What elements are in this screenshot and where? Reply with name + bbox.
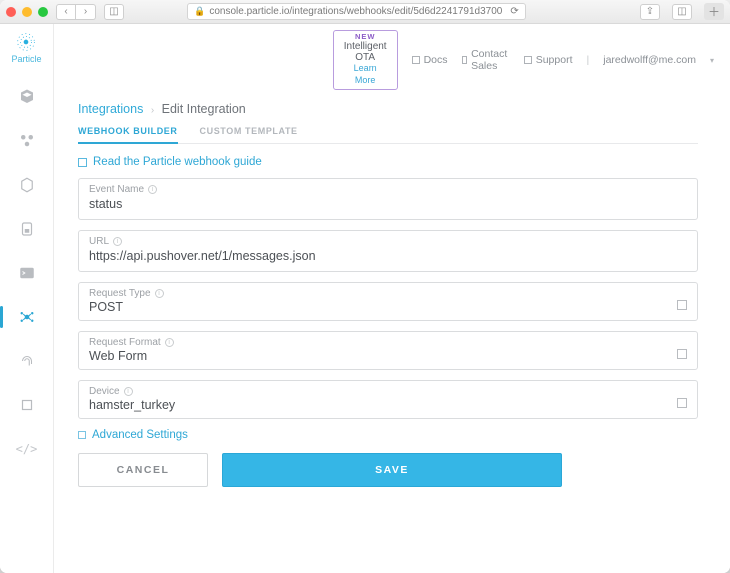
integrations-icon	[18, 308, 36, 326]
nav-contact-sales[interactable]: Contact Sales	[462, 48, 510, 72]
tabs-button[interactable]: ◫	[672, 4, 692, 20]
info-icon[interactable]: i	[113, 237, 122, 246]
crumb-current: Edit Integration	[162, 102, 246, 116]
fingerprint-icon	[18, 352, 36, 370]
titlebar: ‹ › ◫ 🔒 console.particle.io/integrations…	[0, 0, 730, 24]
external-icon	[78, 158, 87, 167]
nav-support[interactable]: Support	[524, 54, 573, 66]
event-name-input[interactable]	[89, 196, 687, 211]
sidebar-item-firmware[interactable]	[12, 170, 42, 200]
info-icon[interactable]: i	[148, 185, 157, 194]
terminal-icon	[18, 264, 36, 282]
hex-icon	[18, 176, 36, 194]
field-label: URLi	[89, 236, 687, 247]
nav-docs[interactable]: Docs	[412, 54, 448, 66]
tab-webhook-builder[interactable]: WEBHOOK BUILDER	[78, 126, 178, 144]
address-text: console.particle.io/integrations/webhook…	[209, 6, 502, 17]
lock-icon: 🔒	[194, 6, 205, 17]
cube-icon	[18, 88, 36, 106]
address-bar[interactable]: 🔒 console.particle.io/integrations/webho…	[187, 3, 526, 20]
field-label: Devicei	[89, 386, 687, 397]
chevron-down-icon[interactable]: ▾	[710, 56, 714, 65]
breadcrumb: Integrations › Edit Integration	[78, 102, 698, 116]
grid-icon	[18, 132, 36, 150]
sidebar-item-products[interactable]	[12, 126, 42, 156]
user-email[interactable]: jaredwolff@me.com	[603, 54, 696, 66]
sidebar: Particle	[0, 24, 54, 573]
field-label: Request Typei	[89, 288, 687, 299]
app-body: Particle	[0, 24, 730, 573]
url-input[interactable]	[89, 248, 687, 263]
sidebar-item-events[interactable]	[12, 258, 42, 288]
brand-logo[interactable]: Particle	[11, 32, 41, 64]
webhook-guide-link[interactable]: Read the Particle webhook guide	[78, 156, 698, 168]
field-url[interactable]: URLi	[78, 230, 698, 272]
field-event-name[interactable]: Event Namei	[78, 178, 698, 220]
external-icon	[412, 56, 420, 64]
save-button[interactable]: SAVE	[222, 453, 562, 487]
form-actions: CANCEL SAVE	[78, 453, 698, 487]
share-button[interactable]: ⇪	[640, 4, 660, 20]
tab-custom-template[interactable]: CUSTOM TEMPLATE	[200, 126, 298, 143]
device-select[interactable]: hamster_turkey	[89, 397, 687, 412]
builder-tabs: WEBHOOK BUILDER CUSTOM TEMPLATE	[78, 126, 698, 144]
info-icon[interactable]: i	[165, 338, 174, 347]
crumb-integrations[interactable]: Integrations	[78, 102, 143, 116]
promo-banner[interactable]: NEW Intelligent OTA Learn More	[333, 30, 398, 90]
new-tab-button[interactable]: ＋	[704, 3, 724, 20]
chevron-right-icon	[78, 431, 86, 439]
field-request-format[interactable]: Request Formati Web Form	[78, 331, 698, 370]
info-icon[interactable]: i	[155, 289, 164, 298]
sim-icon	[18, 220, 36, 238]
nav-buttons: ‹ ›	[56, 4, 96, 20]
particle-logo-icon	[16, 32, 36, 52]
traffic-lights	[6, 7, 48, 17]
square-icon	[18, 396, 36, 414]
sidebar-item-sims[interactable]	[12, 214, 42, 244]
field-label: Event Namei	[89, 184, 687, 195]
top-strip: NEW Intelligent OTA Learn More Docs Cont…	[54, 24, 730, 92]
info-icon[interactable]: i	[124, 387, 133, 396]
sidebar-item-auth[interactable]	[12, 346, 42, 376]
sidebar-item-devices[interactable]	[12, 82, 42, 112]
minimize-window-button[interactable]	[22, 7, 32, 17]
sidebar-toggle-button[interactable]: ◫	[104, 4, 124, 20]
promo-badge: NEW	[344, 33, 387, 41]
sidebar-item-integrations[interactable]	[12, 302, 42, 332]
close-window-button[interactable]	[6, 7, 16, 17]
field-device[interactable]: Devicei hamster_turkey	[78, 380, 698, 419]
toolbar-right: ⇪ ◫	[640, 4, 698, 20]
advanced-settings-toggle[interactable]: Advanced Settings	[78, 429, 698, 441]
external-icon	[462, 56, 468, 64]
back-button[interactable]: ‹	[56, 4, 76, 20]
cancel-button[interactable]: CANCEL	[78, 453, 208, 487]
forward-button[interactable]: ›	[76, 4, 96, 20]
request-format-select[interactable]: Web Form	[89, 348, 687, 363]
zoom-window-button[interactable]	[38, 7, 48, 17]
main-content: NEW Intelligent OTA Learn More Docs Cont…	[54, 24, 730, 573]
sidebar-item-billing[interactable]	[12, 390, 42, 420]
page-inner: Integrations › Edit Integration WEBHOOK …	[54, 92, 730, 507]
promo-learn-more[interactable]: Learn More	[354, 63, 377, 85]
external-icon	[524, 56, 532, 64]
request-type-select[interactable]: POST	[89, 299, 687, 314]
field-request-type[interactable]: Request Typei POST	[78, 282, 698, 321]
brand-label: Particle	[11, 54, 41, 64]
sidebar-item-code[interactable]: </>	[12, 434, 42, 464]
reload-icon[interactable]: ⟳	[510, 6, 518, 17]
field-label: Request Formati	[89, 337, 687, 348]
promo-title: Intelligent OTA	[344, 41, 387, 63]
browser-window: ‹ › ◫ 🔒 console.particle.io/integrations…	[0, 0, 730, 573]
crumb-sep-icon: ›	[151, 105, 154, 116]
